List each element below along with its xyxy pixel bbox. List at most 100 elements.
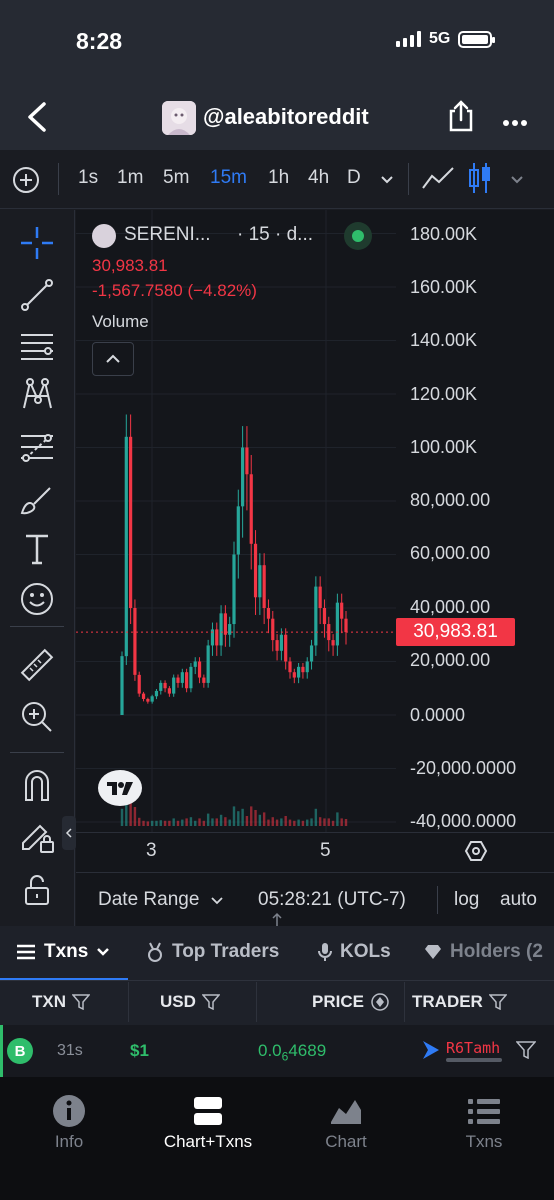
share-icon[interactable] [446,99,476,138]
profile-handle[interactable]: @aleabitoreddit [203,104,369,130]
volume-bar [159,820,162,826]
filter-icon[interactable] [515,1041,537,1064]
volume-bar [284,816,287,826]
candle-body [232,554,236,625]
back-button[interactable] [24,100,50,139]
timeframe-D[interactable]: D [347,167,361,189]
volume-indicator-label[interactable]: Volume [92,312,149,332]
currency-toggle-icon[interactable] [370,992,390,1012]
tab-txns[interactable]: Txns [16,941,110,963]
crosshair-icon[interactable] [18,224,56,262]
tradingview-logo-icon[interactable] [98,770,142,806]
candle-body [288,661,292,673]
volume-bar [271,817,274,826]
candle-body [241,447,245,507]
auto-scale-toggle[interactable]: auto [500,889,537,911]
chevron-down-icon[interactable] [380,172,394,190]
y-tick: 0.0000 [410,705,466,725]
y-tick: 140.00K [410,330,478,350]
info-icon[interactable] [52,1094,86,1133]
divider [10,626,64,627]
candle-body [176,677,180,683]
timeframe-4h[interactable]: 4h [308,167,329,189]
nav-chart[interactable]: Chart [286,1132,406,1152]
volume-bar [258,814,262,826]
trader-address[interactable]: R6Tamh [446,1039,500,1057]
brush-icon[interactable] [18,480,56,518]
nav-chart-txns[interactable]: Chart+Txns [148,1132,268,1152]
text-icon[interactable] [18,530,56,568]
candlestick-icon[interactable] [466,160,494,201]
divider [58,163,59,195]
timeframe-5m[interactable]: 5m [163,167,189,189]
y-tick: -40,000.0000 [410,811,517,831]
unlock-icon[interactable] [18,870,56,908]
candle-body [223,613,227,635]
log-scale-toggle[interactable]: log [454,889,479,911]
timeframe-1h[interactable]: 1h [268,167,289,189]
volume-bar [310,818,313,826]
interval-label: · 15 · d... [236,224,314,245]
volume-bar [327,818,330,826]
symbol-name[interactable]: SERENI... · 15 · d... [124,224,313,246]
x-tick: 3 [146,840,157,861]
column-trader[interactable]: TRADER [412,992,507,1012]
candle-body [197,661,202,678]
tab-holders[interactable]: Holders (2 [424,941,554,963]
candle-body [253,543,258,598]
more-icon[interactable] [502,114,528,132]
lock-drawings-icon[interactable] [18,818,56,856]
emoji-icon[interactable] [18,580,56,618]
tab-label: Top Traders [172,941,280,962]
chart-icon[interactable] [329,1096,363,1131]
timeframe-1s[interactable]: 1s [78,167,98,189]
divider [256,982,257,1022]
column-usd[interactable]: USD [160,992,220,1012]
candle-body [141,693,146,699]
timeframe-1m[interactable]: 1m [117,167,143,189]
column-txn[interactable]: TXN [32,992,90,1012]
divider [437,886,438,914]
ruler-icon[interactable] [18,646,56,684]
volume-bar [293,820,296,826]
price-prefix: 0.0 [258,1041,282,1060]
nav-txns[interactable]: Txns [424,1132,544,1152]
chevron-down-icon[interactable] [510,172,524,190]
volume-bar [237,811,240,826]
horizontal-lines-icon[interactable] [18,326,56,364]
volume-bar [185,818,188,826]
list-icon[interactable] [467,1097,501,1130]
candle-body [331,640,335,646]
date-range-button[interactable]: Date Range [98,889,223,911]
chart-clock[interactable]: 05:28:21 (UTC-7) [258,889,406,911]
add-indicator-icon[interactable] [12,166,40,199]
fib-retracement-icon[interactable] [18,428,56,466]
filter-icon[interactable] [201,994,220,1010]
collapse-toolbar-handle[interactable] [62,816,76,850]
volume-bar [172,818,175,826]
chart-txns-icon[interactable] [193,1096,223,1131]
pattern-icon[interactable] [18,376,56,414]
volume-bar [176,820,180,826]
tab-kols[interactable]: KOLs [318,941,391,963]
tab-top-traders[interactable]: Top Traders [146,941,279,963]
tab-label: KOLs [340,941,391,962]
market-status-icon [344,222,372,250]
magnet-icon[interactable] [18,766,56,804]
collapse-legend-button[interactable] [92,342,134,376]
filter-icon[interactable] [72,994,90,1010]
column-price[interactable]: PRICE [312,992,390,1012]
volume-bar [340,818,343,826]
candle-body [258,565,262,598]
zoom-in-icon[interactable] [18,698,56,736]
nav-info[interactable]: Info [9,1132,129,1152]
volume-bar [211,818,214,826]
volume-bar [224,817,227,826]
candle-body [185,672,189,689]
filter-icon[interactable] [488,994,507,1010]
trend-line-icon[interactable] [18,276,56,314]
line-chart-icon[interactable] [420,164,456,197]
price-chart[interactable] [76,210,554,832]
timeframe-15m[interactable]: 15m [210,167,247,189]
settings-icon[interactable] [464,839,488,868]
